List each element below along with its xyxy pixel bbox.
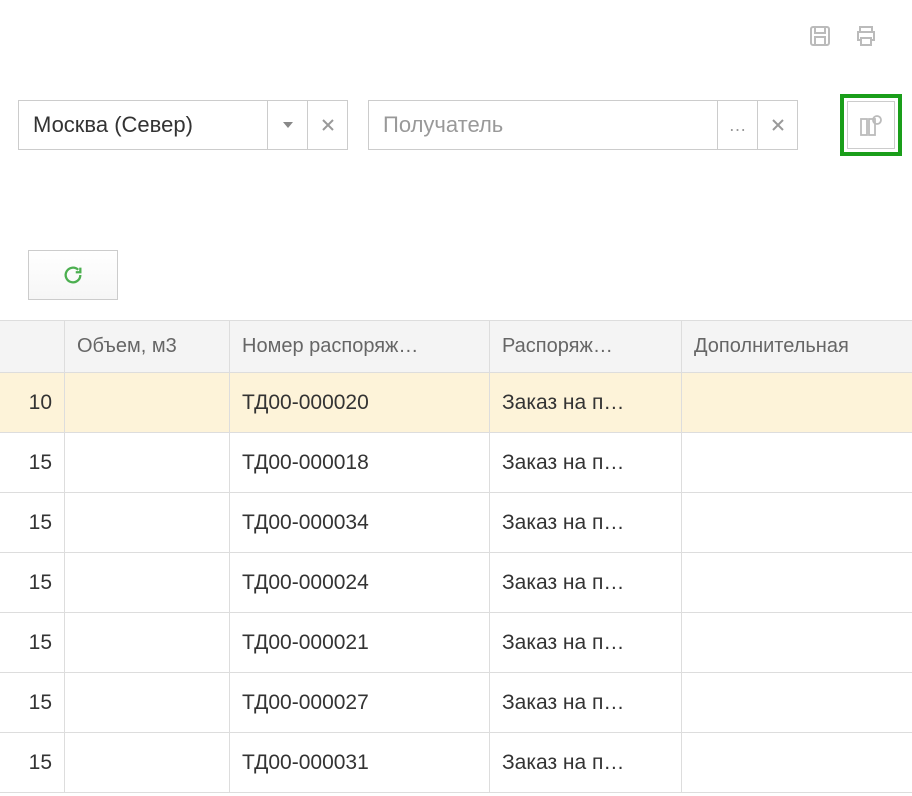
table-body: 10ТД00-000020Заказ на п…15ТД00-000018Зак… [0,373,912,793]
refresh-button[interactable] [28,250,118,300]
table-header-volume[interactable]: Объем, м3 [65,321,230,372]
table-header-order[interactable]: Распоряж… [490,321,682,372]
save-icon[interactable] [804,20,836,52]
table-cell [65,613,230,672]
table-cell [65,673,230,732]
table-cell: 15 [0,733,65,792]
table-row[interactable]: 15 ТД00-000027Заказ на п… [0,673,912,733]
recipient-combo-placeholder: Получатель [369,101,717,149]
filter-bar: Москва (Север) Получатель … [18,100,902,150]
table-cell: ТД00-000024 [230,553,490,612]
table-cell: Заказ на п… [490,493,682,552]
settings-button[interactable] [840,94,902,156]
table-row[interactable]: 10 ТД00-000020Заказ на п… [0,373,912,433]
table-row[interactable]: 15 ТД00-000021Заказ на п… [0,613,912,673]
recipient-combo-select[interactable]: … [717,101,757,149]
table-cell [682,613,912,672]
table-row[interactable]: 15 ТД00-000018Заказ на п… [0,433,912,493]
table-cell: 15 [0,673,65,732]
table-row[interactable]: 15 ТД00-000031Заказ на п… [0,733,912,793]
table-cell: 15 [0,613,65,672]
table-header: Объем, м3 Номер распоряж… Распоряж… Допо… [0,321,912,373]
table-row[interactable]: 15 ТД00-000024Заказ на п… [0,553,912,613]
table-cell: Заказ на п… [490,733,682,792]
table-cell: ТД00-000021 [230,613,490,672]
table-cell: ТД00-000034 [230,493,490,552]
table-header-order-number[interactable]: Номер распоряж… [230,321,490,372]
table-cell: Заказ на п… [490,553,682,612]
table-cell: ТД00-000018 [230,433,490,492]
table-cell [65,373,230,432]
zone-combo-value: Москва (Север) [19,101,267,149]
toolbar-top-icons [804,20,882,52]
table-cell [682,493,912,552]
table-row[interactable]: 15 ТД00-000034Заказ на п… [0,493,912,553]
table-cell [682,733,912,792]
table-cell: 15 [0,553,65,612]
table-cell: Заказ на п… [490,433,682,492]
table-cell: ТД00-000031 [230,733,490,792]
print-icon[interactable] [850,20,882,52]
recipient-combo-clear[interactable] [757,101,797,149]
table-cell: Заказ на п… [490,373,682,432]
table-cell [682,673,912,732]
table-cell: Заказ на п… [490,613,682,672]
table-cell [65,433,230,492]
table-cell: ТД00-000020 [230,373,490,432]
table-header-additional[interactable]: Дополнительная [682,321,912,372]
table-cell [65,493,230,552]
zone-combo[interactable]: Москва (Север) [18,100,348,150]
table-cell [65,733,230,792]
table-cell [682,553,912,612]
table-cell [682,373,912,432]
settings-icon [847,101,895,149]
chevron-down-icon[interactable] [267,101,307,149]
table-cell: 10 [0,373,65,432]
table-cell [65,553,230,612]
table-header-col0[interactable] [0,321,65,372]
table-cell: 15 [0,433,65,492]
table-cell: ТД00-000027 [230,673,490,732]
orders-table: Объем, м3 Номер распоряж… Распоряж… Допо… [0,320,912,793]
table-cell [682,433,912,492]
table-cell: 15 [0,493,65,552]
refresh-section [28,250,118,300]
recipient-combo[interactable]: Получатель … [368,100,798,150]
table-cell: Заказ на п… [490,673,682,732]
zone-combo-clear[interactable] [307,101,347,149]
